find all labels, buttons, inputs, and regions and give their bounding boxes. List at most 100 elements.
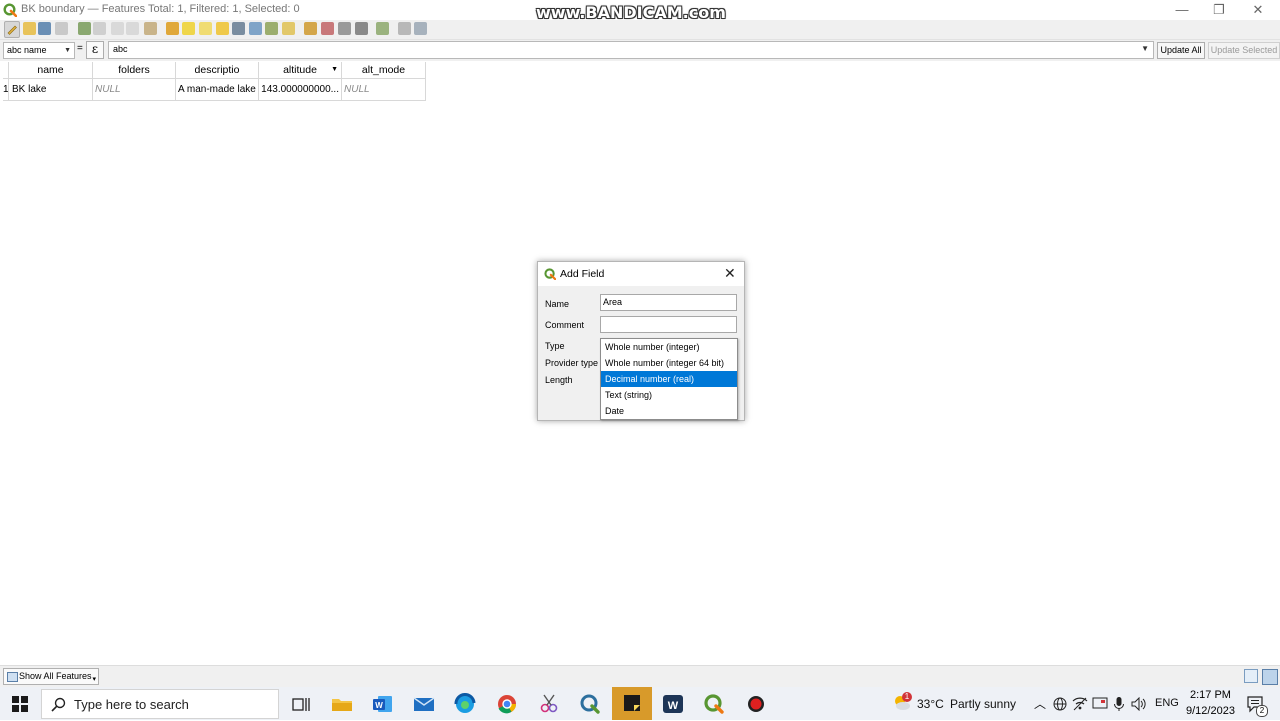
dock-icon[interactable]	[398, 22, 411, 35]
title-bar: BK boundary — Features Total: 1, Filtere…	[0, 0, 1280, 22]
snipping-tool-icon[interactable]	[535, 690, 563, 718]
table-cell[interactable]: 143.000000000...	[259, 79, 342, 101]
zoom-map-icon[interactable]	[282, 22, 295, 35]
table-cell[interactable]: NULL	[93, 79, 176, 101]
type-option-integer64[interactable]: Whole number (integer 64 bit)	[601, 355, 737, 371]
svg-text:W: W	[668, 700, 679, 712]
comment-field[interactable]	[600, 316, 737, 333]
search-placeholder: Type here to search	[74, 697, 189, 712]
file-explorer-icon[interactable]	[328, 690, 356, 718]
taskbar-search-box[interactable]: Type here to search	[41, 689, 279, 719]
microphone-icon[interactable]	[1113, 696, 1125, 712]
type-option-real[interactable]: Decimal number (real)	[601, 371, 737, 387]
volume-icon[interactable]	[1131, 697, 1147, 711]
chevron-down-icon: ▾	[92, 676, 96, 683]
add-field-dialog: Add Field ✕ Name Area Comment Type Provi…	[537, 261, 745, 421]
column-header-alt-mode[interactable]: alt_mode	[342, 62, 426, 79]
move-selection-top-icon[interactable]	[249, 22, 262, 35]
qgis-logo-icon	[3, 3, 17, 17]
pan-map-icon[interactable]	[265, 22, 278, 35]
new-field-icon[interactable]	[304, 22, 317, 35]
expression-builder-button[interactable]: ε	[86, 41, 104, 59]
feedback-icon[interactable]	[1092, 697, 1108, 711]
notification-count: 2	[1256, 705, 1268, 717]
reload-icon[interactable]	[55, 22, 68, 35]
dialog-title: Add Field	[560, 268, 605, 280]
language-indicator[interactable]: ENG	[1155, 697, 1179, 709]
add-feature-icon[interactable]	[78, 22, 91, 35]
close-icon[interactable]: ✕	[724, 265, 736, 282]
toggle-editing-icon[interactable]	[4, 21, 20, 38]
weather-temperature[interactable]: 33°C	[917, 697, 944, 711]
table-cell[interactable]: A man-made lake	[176, 79, 259, 101]
table-cell[interactable]: BK lake	[9, 79, 93, 101]
globe-icon[interactable]	[1053, 697, 1067, 711]
app-w-icon[interactable]: W	[659, 690, 687, 718]
multi-edit-icon[interactable]	[23, 22, 36, 35]
paste-icon[interactable]	[144, 22, 157, 35]
column-header-folders[interactable]: folders	[93, 62, 176, 79]
dialog-title-bar: Add Field ✕	[538, 262, 744, 286]
select-expression-icon[interactable]	[166, 22, 179, 35]
expression-input[interactable]: abc ▼	[108, 41, 1154, 59]
column-header-altitude[interactable]: altitude ▼	[259, 62, 342, 79]
sticky-notes-icon[interactable]	[612, 687, 652, 720]
update-all-button[interactable]: Update All	[1157, 42, 1205, 59]
column-header-altitude-label: altitude	[283, 64, 317, 76]
word-icon[interactable]: W	[369, 690, 397, 718]
weather-description[interactable]: Partly sunny	[950, 697, 1016, 711]
invert-selection-icon[interactable]	[199, 22, 212, 35]
task-view-icon[interactable]	[287, 690, 315, 718]
field-calculator-icon[interactable]	[338, 22, 351, 35]
column-header-name[interactable]: name	[9, 62, 93, 79]
type-option-date[interactable]: Date	[601, 403, 737, 419]
close-window-button[interactable]: ✕	[1240, 0, 1276, 20]
update-selected-button[interactable]: Update Selected	[1208, 42, 1280, 59]
restore-button[interactable]: ❐	[1201, 0, 1237, 20]
column-header-descriptio[interactable]: descriptio	[176, 62, 259, 79]
edge-icon[interactable]	[451, 690, 479, 718]
table-icon	[7, 672, 18, 682]
qgis-logo-icon	[544, 268, 556, 280]
chrome-icon[interactable]	[493, 690, 521, 718]
type-label: Type	[545, 341, 565, 351]
mail-icon[interactable]	[410, 690, 438, 718]
expression-value: abc	[113, 44, 128, 54]
actions-icon[interactable]	[376, 22, 389, 35]
table-status-bar	[0, 665, 1280, 688]
type-option-string[interactable]: Text (string)	[601, 387, 737, 403]
attribute-toolbar	[0, 20, 1280, 40]
qgis-app-icon[interactable]	[700, 690, 728, 718]
name-label: Name	[545, 299, 570, 309]
deselect-icon[interactable]	[216, 22, 229, 35]
select-all-icon[interactable]	[182, 22, 195, 35]
show-all-features-label: Show All Features	[19, 671, 92, 681]
cut-icon[interactable]	[111, 22, 124, 35]
bandicam-record-icon[interactable]	[742, 690, 770, 718]
name-field[interactable]: Area	[600, 294, 737, 311]
table-cell[interactable]: NULL	[342, 79, 426, 101]
chevron-up-icon[interactable]: ︿	[1034, 695, 1046, 712]
type-option-integer[interactable]: Whole number (integer)	[601, 339, 737, 355]
table-view-toggle-icon[interactable]	[1262, 669, 1278, 685]
form-view-icon[interactable]	[414, 22, 427, 35]
field-selector[interactable]: abc name ▼	[3, 42, 75, 59]
clock-date[interactable]: 9/12/2023	[1186, 705, 1235, 717]
clock-time[interactable]: 2:17 PM	[1190, 689, 1231, 701]
show-all-features-button[interactable]: Show All Features ▾	[3, 668, 99, 685]
provider-type-label: Provider type	[545, 358, 599, 368]
minimize-button[interactable]: —	[1164, 0, 1200, 20]
form-view-toggle-icon[interactable]	[1244, 669, 1258, 683]
delete-feature-icon[interactable]	[93, 22, 106, 35]
delete-field-icon[interactable]	[321, 22, 334, 35]
windows-start-icon[interactable]	[12, 696, 28, 712]
chevron-down-icon[interactable]: ▼	[1141, 44, 1149, 53]
save-edits-icon[interactable]	[38, 22, 51, 35]
comment-label: Comment	[545, 320, 585, 330]
copy-icon[interactable]	[126, 22, 139, 35]
qgis-taskbar-icon[interactable]	[576, 690, 604, 718]
filter-icon[interactable]	[232, 22, 245, 35]
conditional-formatting-icon[interactable]	[355, 22, 368, 35]
sort-indicator-icon: ▼	[331, 66, 338, 73]
network-icon[interactable]	[1072, 697, 1088, 711]
